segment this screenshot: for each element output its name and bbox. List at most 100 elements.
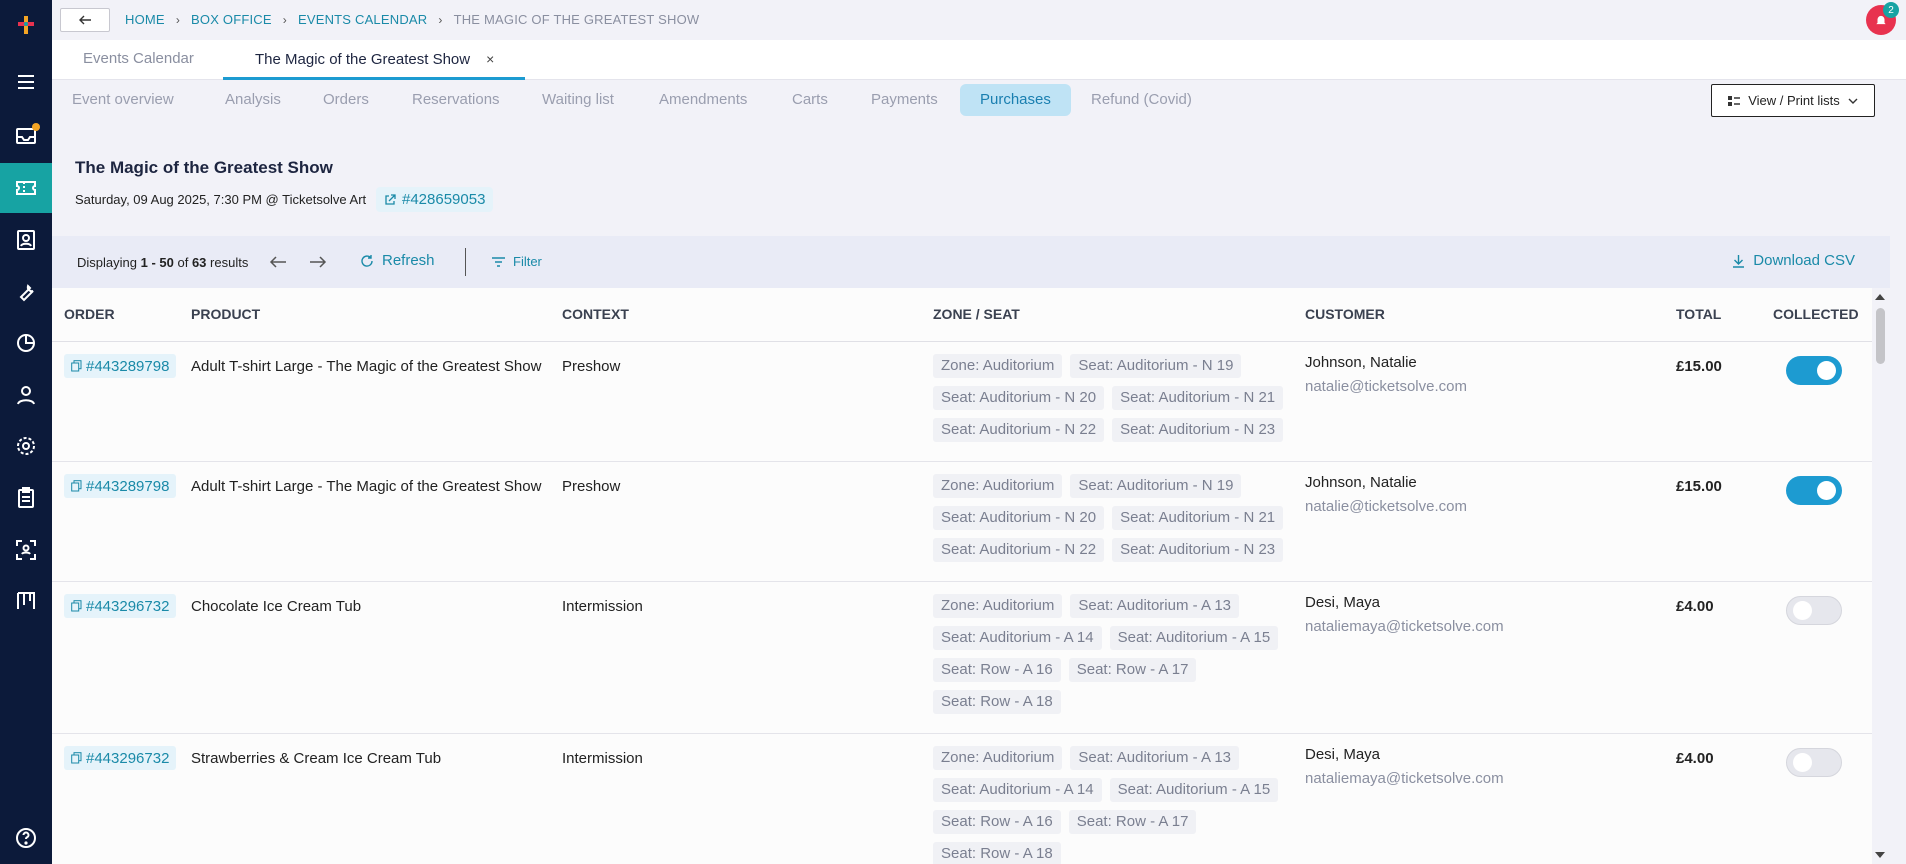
tab-payments[interactable]: Payments bbox=[851, 84, 958, 116]
user-icon[interactable] bbox=[0, 370, 52, 420]
column-product[interactable]: PRODUCT bbox=[191, 306, 260, 322]
tab-orders[interactable]: Orders bbox=[303, 84, 389, 116]
order-link[interactable]: #443296732 bbox=[64, 594, 177, 618]
tab-event[interactable]: The Magic of the Greatest Show × bbox=[223, 40, 526, 80]
back-button[interactable] bbox=[60, 8, 110, 32]
next-page-button[interactable] bbox=[306, 250, 330, 274]
arrow-left-icon bbox=[269, 256, 286, 268]
scroll-up-icon[interactable] bbox=[1873, 292, 1887, 302]
tab-event-overview[interactable]: Event overview bbox=[52, 84, 194, 116]
customer-name[interactable]: Johnson, Natalie bbox=[1305, 354, 1417, 371]
collected-toggle[interactable] bbox=[1786, 596, 1842, 625]
arrow-right-icon bbox=[310, 256, 327, 268]
tab-reservations[interactable]: Reservations bbox=[392, 84, 520, 116]
view-print-lists-button[interactable]: View / Print lists bbox=[1711, 84, 1875, 117]
scroll-down-icon[interactable] bbox=[1873, 850, 1887, 860]
external-link-icon bbox=[385, 193, 396, 205]
breadcrumb-home[interactable]: HOME bbox=[125, 12, 165, 27]
refresh-button[interactable]: Refresh bbox=[360, 252, 435, 269]
breadcrumb: HOME › BOX OFFICE › EVENTS CALENDAR › TH… bbox=[125, 12, 699, 27]
order-number: #443296732 bbox=[86, 597, 170, 615]
breadcrumb-current: THE MAGIC OF THE GREATEST SHOW bbox=[453, 12, 700, 27]
copy-icon bbox=[71, 600, 82, 612]
product-name: Chocolate Ice Cream Tub bbox=[191, 598, 362, 615]
table-scrollbar[interactable] bbox=[1872, 288, 1888, 864]
previous-page-button[interactable] bbox=[266, 250, 290, 274]
seat-chip: Seat: Row - A 18 bbox=[933, 842, 1061, 864]
collected-toggle[interactable] bbox=[1786, 476, 1842, 505]
wrench-icon[interactable] bbox=[0, 267, 52, 317]
download-label: Download CSV bbox=[1753, 252, 1855, 269]
ticket-icon[interactable] bbox=[0, 163, 52, 213]
column-collected[interactable]: COLLECTED bbox=[1773, 306, 1859, 322]
top-bar: HOME › BOX OFFICE › EVENTS CALENDAR › TH… bbox=[52, 0, 1906, 40]
tab-refund-covid[interactable]: Refund (Covid) bbox=[1071, 84, 1212, 116]
column-order[interactable]: ORDER bbox=[64, 306, 115, 322]
divider bbox=[465, 248, 466, 276]
customer-email[interactable]: natalie@ticketsolve.com bbox=[1305, 498, 1467, 515]
column-total[interactable]: TOTAL bbox=[1676, 306, 1721, 322]
breadcrumb-box-office[interactable]: BOX OFFICE bbox=[191, 12, 272, 27]
event-id-link[interactable]: #428659053 bbox=[376, 187, 494, 212]
tab-amendments[interactable]: Amendments bbox=[639, 84, 767, 116]
seat-chip: Seat: Row - A 17 bbox=[1068, 810, 1197, 834]
close-icon[interactable]: × bbox=[486, 51, 494, 67]
order-link[interactable]: #443296732 bbox=[64, 746, 177, 770]
table-row[interactable]: #443289798 Adult T-shirt Large - The Mag… bbox=[52, 342, 1872, 462]
order-number: #443296732 bbox=[86, 749, 170, 767]
seat-chip: Seat: Auditorium - N 23 bbox=[1112, 538, 1284, 562]
download-csv-button[interactable]: Download CSV bbox=[1732, 252, 1855, 269]
collected-toggle[interactable] bbox=[1786, 356, 1842, 385]
tab-purchases[interactable]: Purchases bbox=[960, 84, 1071, 116]
filter-button[interactable]: Filter bbox=[492, 254, 542, 269]
clipboard-icon[interactable] bbox=[0, 473, 52, 523]
tab-events-calendar[interactable]: Events Calendar bbox=[83, 40, 194, 80]
settings-icon[interactable] bbox=[0, 421, 52, 471]
customer-email[interactable]: natalie@ticketsolve.com bbox=[1305, 378, 1467, 395]
reports-icon[interactable] bbox=[0, 318, 52, 368]
table-row[interactable]: #443296732 Strawberries & Cream Ice Crea… bbox=[52, 734, 1872, 864]
tab-waiting-list[interactable]: Waiting list bbox=[522, 84, 634, 116]
table-row[interactable]: #443296732 Chocolate Ice Cream Tub Inter… bbox=[52, 582, 1872, 734]
seat-chip: Seat: Row - A 16 bbox=[933, 658, 1061, 682]
inbox-icon[interactable] bbox=[0, 111, 52, 161]
seat-chip: Seat: Auditorium - A 14 bbox=[933, 626, 1102, 650]
customer-name[interactable]: Johnson, Natalie bbox=[1305, 474, 1417, 491]
help-icon[interactable] bbox=[0, 813, 52, 863]
list-icon bbox=[1728, 95, 1741, 106]
order-link[interactable]: #443289798 bbox=[64, 474, 177, 498]
contacts-icon[interactable] bbox=[0, 215, 52, 265]
document-tabs: Events Calendar The Magic of the Greates… bbox=[52, 40, 1906, 80]
order-link[interactable]: #443289798 bbox=[64, 354, 177, 378]
logo-icon[interactable] bbox=[0, 0, 52, 50]
scrollbar-thumb[interactable] bbox=[1876, 308, 1885, 364]
copy-icon bbox=[71, 480, 82, 492]
breadcrumb-events-calendar[interactable]: EVENTS CALENDAR bbox=[298, 12, 427, 27]
customer-email[interactable]: nataliemaya@ticketsolve.com bbox=[1305, 770, 1504, 787]
customer-email[interactable]: nataliemaya@ticketsolve.com bbox=[1305, 618, 1504, 635]
seat-chip: Seat: Auditorium - A 15 bbox=[1109, 626, 1279, 650]
notifications-button[interactable]: 2 bbox=[1866, 2, 1899, 35]
seat-chip: Seat: Auditorium - A 13 bbox=[1070, 594, 1239, 618]
order-total: £4.00 bbox=[1676, 750, 1714, 767]
column-zone-seat[interactable]: ZONE / SEAT bbox=[933, 306, 1020, 322]
table-row[interactable]: #443289798 Adult T-shirt Large - The Mag… bbox=[52, 462, 1872, 582]
tab-carts[interactable]: Carts bbox=[772, 84, 848, 116]
collected-toggle[interactable] bbox=[1786, 748, 1842, 777]
board-icon[interactable] bbox=[0, 576, 52, 626]
order-total: £15.00 bbox=[1676, 478, 1722, 495]
chevron-right-icon: › bbox=[282, 12, 287, 27]
results-summary: Displaying 1 - 50 of 63 results bbox=[77, 255, 249, 270]
seat-chip: Seat: Auditorium - A 14 bbox=[933, 778, 1102, 802]
column-context[interactable]: CONTEXT bbox=[562, 306, 629, 322]
scan-user-icon[interactable] bbox=[0, 525, 52, 575]
seat-chip: Zone: Auditorium bbox=[933, 746, 1063, 770]
customer-name[interactable]: Desi, Maya bbox=[1305, 594, 1380, 611]
context: Preshow bbox=[562, 358, 621, 375]
customer-name[interactable]: Desi, Maya bbox=[1305, 746, 1380, 763]
chevron-right-icon: › bbox=[175, 12, 181, 27]
tab-analysis[interactable]: Analysis bbox=[205, 84, 301, 116]
column-customer[interactable]: CUSTOMER bbox=[1305, 306, 1385, 322]
purchases-table: ORDER PRODUCT CONTEXT ZONE / SEAT CUSTOM… bbox=[52, 288, 1872, 864]
menu-icon[interactable] bbox=[0, 57, 52, 107]
